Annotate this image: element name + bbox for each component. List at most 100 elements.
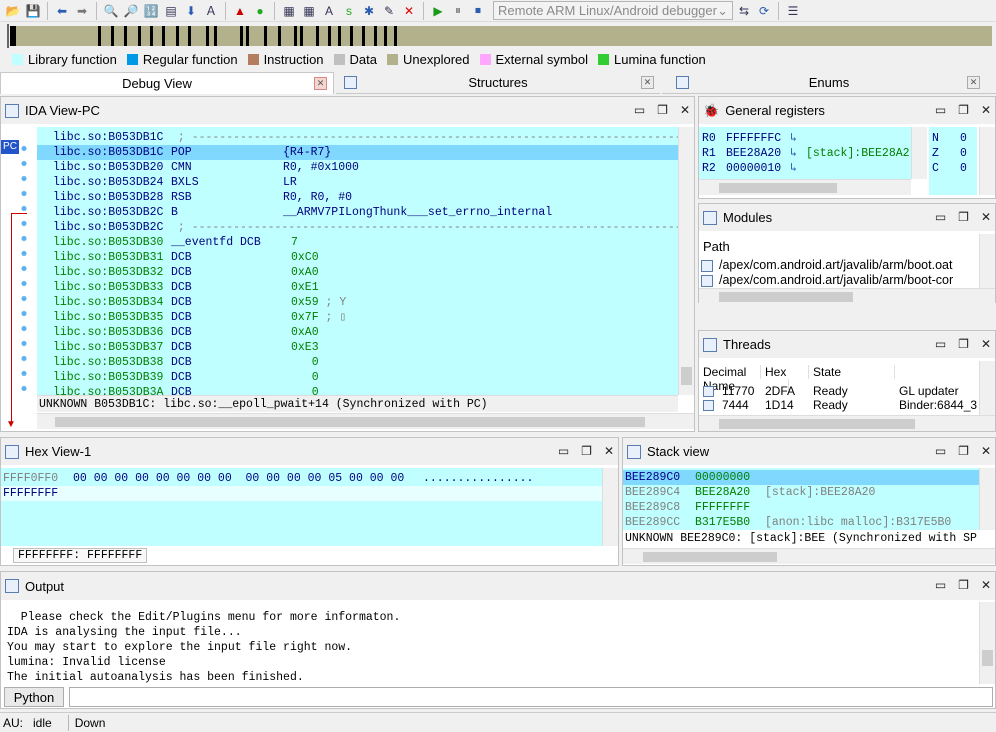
disasm-line[interactable]: libc.so:B053DB24 BXLS LR bbox=[37, 175, 678, 190]
thread-row[interactable]: 11770 2DFA Ready GL updater bbox=[699, 384, 979, 398]
vertical-scrollbar[interactable] bbox=[979, 602, 995, 684]
make-array-icon[interactable]: s bbox=[340, 2, 358, 20]
stack-row[interactable]: BEE289C8 FFFFFFFF bbox=[623, 500, 979, 515]
restore-icon[interactable]: ❐ bbox=[958, 444, 969, 458]
close-icon[interactable]: ✕ bbox=[981, 337, 991, 351]
make-data-icon[interactable]: ▦ bbox=[300, 2, 318, 20]
restore-icon[interactable]: ❐ bbox=[958, 210, 969, 224]
close-icon[interactable]: ✕ bbox=[314, 77, 327, 90]
immediate-search-icon[interactable]: 🔢 bbox=[142, 2, 160, 20]
stack-row[interactable]: BEE289C4 BEE28A20 [stack]:BEE28A20 bbox=[623, 485, 979, 500]
flag-row[interactable]: C0 bbox=[932, 161, 977, 176]
flag-row[interactable]: N0 bbox=[932, 131, 977, 146]
disasm-line[interactable]: libc.so:B053DB31 DCB 0xC0 bbox=[37, 250, 678, 265]
tab-debug-view[interactable]: Debug View ✕ bbox=[0, 72, 334, 94]
minimize-icon[interactable]: ▭ bbox=[558, 444, 569, 458]
flag-row[interactable]: Z0 bbox=[932, 146, 977, 161]
stack-list[interactable]: BEE289C0 00000000 BEE289C4 BEE28A20 [stack]:… bbox=[623, 468, 979, 530]
vertical-scrollbar[interactable] bbox=[911, 127, 927, 179]
close-x-icon[interactable]: ✕ bbox=[400, 2, 418, 20]
text-format-icon[interactable]: Ａ bbox=[202, 2, 220, 20]
minimize-icon[interactable]: ▭ bbox=[935, 578, 946, 592]
refresh-icon[interactable]: ⟳ bbox=[755, 2, 773, 20]
disasm-line[interactable]: libc.so:B053DB32 DCB 0xA0 bbox=[37, 265, 678, 280]
module-row[interactable]: /apex/com.android.art/javalib/arm/boot-c… bbox=[701, 273, 979, 288]
flags-list[interactable]: N0Z0C0 bbox=[929, 127, 977, 195]
output-log[interactable]: Please check the Edit/Plugins menu for m… bbox=[7, 610, 977, 684]
threads-column-header[interactable]: State bbox=[809, 365, 895, 379]
hex-row[interactable]: FFFFFFFF bbox=[1, 486, 602, 501]
register-row[interactable]: R2 00000010 ↳ bbox=[702, 161, 911, 176]
disassembly-listing[interactable]: libc.so:B053DB1C ; ---------------------… bbox=[37, 127, 678, 395]
stop-icon[interactable]: ⏹ bbox=[469, 2, 487, 20]
disasm-line[interactable]: libc.so:B053DB20 CMN R0, #0x1000 bbox=[37, 160, 678, 175]
stack-row[interactable]: BEE289CC B317E5B0 [anon:libc malloc]:B317E… bbox=[623, 515, 979, 530]
vertical-scrollbar[interactable] bbox=[979, 468, 995, 530]
attach-icon[interactable]: ⇆ bbox=[735, 2, 753, 20]
text-search-icon[interactable]: 🔎 bbox=[122, 2, 140, 20]
threads-column-header[interactable]: Hex bbox=[761, 365, 809, 379]
debugger-select[interactable]: Remote ARM Linux/Android debugger ⌄ bbox=[493, 1, 733, 20]
minimize-icon[interactable]: ▭ bbox=[935, 210, 946, 224]
open-file-icon[interactable]: 📂 bbox=[4, 2, 22, 20]
hex-row[interactable]: FFFF0FF0 00 00 00 00 00 00 00 00 00 00 00… bbox=[1, 471, 602, 486]
disasm-line[interactable]: libc.so:B053DB1C POP {R4-R7} bbox=[37, 145, 678, 160]
disasm-line[interactable]: libc.so:B053DB3A DCB 0 bbox=[37, 385, 678, 395]
restore-icon[interactable]: ❐ bbox=[657, 103, 668, 117]
register-row[interactable]: R1 BEE28A20 ↳ [stack]:BEE28A2 bbox=[702, 146, 911, 161]
disasm-line[interactable]: libc.so:B053DB1C ; ---------------------… bbox=[37, 130, 678, 145]
disasm-line[interactable]: libc.so:B053DB37 DCB 0xE3 bbox=[37, 340, 678, 355]
disasm-line[interactable]: libc.so:B053DB33 DCB 0xE1 bbox=[37, 280, 678, 295]
run-icon[interactable]: ▶ bbox=[429, 2, 447, 20]
register-list[interactable]: R0 FFFFFFFC ↳ R1 BEE28A20 ↳ [stack]:BEE28A2 R2 0… bbox=[699, 127, 911, 179]
close-icon[interactable]: ✕ bbox=[604, 444, 614, 458]
struct-icon[interactable]: ✱ bbox=[360, 2, 378, 20]
restore-icon[interactable]: ❐ bbox=[958, 103, 969, 117]
horizontal-scrollbar[interactable] bbox=[699, 288, 995, 304]
restore-icon[interactable]: ❐ bbox=[958, 337, 969, 351]
close-icon[interactable]: ✕ bbox=[981, 444, 991, 458]
minimize-icon[interactable]: ▭ bbox=[935, 103, 946, 117]
minimize-icon[interactable]: ▭ bbox=[935, 337, 946, 351]
close-icon[interactable]: ✕ bbox=[981, 578, 991, 592]
modules-list[interactable]: /apex/com.android.art/javalib/arm/boot.o… bbox=[701, 258, 979, 288]
close-icon[interactable]: ✕ bbox=[981, 210, 991, 224]
tab-structures[interactable]: Structures ✕ bbox=[336, 72, 660, 94]
vertical-scrollbar[interactable] bbox=[602, 468, 618, 546]
minimize-icon[interactable]: ▭ bbox=[935, 444, 946, 458]
restore-icon[interactable]: ❐ bbox=[581, 444, 592, 458]
disasm-line[interactable]: libc.so:B053DB38 DCB 0 bbox=[37, 355, 678, 370]
binary-search-icon[interactable]: 🔍 bbox=[102, 2, 120, 20]
vertical-scrollbar[interactable] bbox=[979, 361, 995, 415]
vertical-scrollbar[interactable] bbox=[979, 127, 995, 195]
horizontal-scrollbar[interactable] bbox=[623, 548, 995, 564]
close-icon[interactable]: ✕ bbox=[641, 76, 654, 89]
disasm-line[interactable]: libc.so:B053DB30 __eventfd DCB 7 bbox=[37, 235, 678, 250]
jump-down-icon[interactable]: ⬇ bbox=[182, 2, 200, 20]
hex-dump[interactable]: FFFF0FF0 00 00 00 00 00 00 00 00 00 00 00… bbox=[1, 468, 602, 546]
module-row[interactable]: /apex/com.android.art/javalib/arm/boot.o… bbox=[701, 258, 979, 273]
register-row[interactable]: R0 FFFFFFFC ↳ bbox=[702, 131, 911, 146]
vertical-scrollbar[interactable] bbox=[678, 127, 694, 395]
disasm-line[interactable]: libc.so:B053DB39 DCB 0 bbox=[37, 370, 678, 385]
pause-icon[interactable]: ⏸ bbox=[449, 2, 467, 20]
forward-arrow-icon[interactable]: ➡ bbox=[73, 2, 91, 20]
vertical-scrollbar[interactable] bbox=[979, 234, 995, 288]
save-icon[interactable]: 💾 bbox=[24, 2, 42, 20]
text-view-icon[interactable]: ▤ bbox=[162, 2, 180, 20]
close-icon[interactable]: ✕ bbox=[981, 103, 991, 117]
disasm-line[interactable]: libc.so:B053DB34 DCB 0x59 ; Y bbox=[37, 295, 678, 310]
horizontal-scrollbar[interactable] bbox=[699, 179, 911, 195]
command-input[interactable] bbox=[69, 687, 993, 707]
tab-enums[interactable]: Enums ✕ bbox=[662, 72, 996, 94]
threads-list[interactable]: 11770 2DFA Ready GL updater 7444 1D14 Ready Bin… bbox=[699, 384, 979, 412]
threads-column-header[interactable]: Decimal bbox=[699, 365, 761, 379]
green-circle-icon[interactable]: ● bbox=[251, 2, 269, 20]
horizontal-scrollbar[interactable] bbox=[699, 415, 995, 431]
close-icon[interactable]: ✕ bbox=[967, 76, 980, 89]
python-button[interactable]: Python bbox=[4, 687, 64, 707]
edit-icon[interactable]: ✎ bbox=[380, 2, 398, 20]
make-code-icon[interactable]: ▦ bbox=[280, 2, 298, 20]
thread-row[interactable]: 7444 1D14 Ready Binder:6844_3 bbox=[699, 398, 979, 412]
column-header-path[interactable]: Path bbox=[703, 239, 730, 254]
